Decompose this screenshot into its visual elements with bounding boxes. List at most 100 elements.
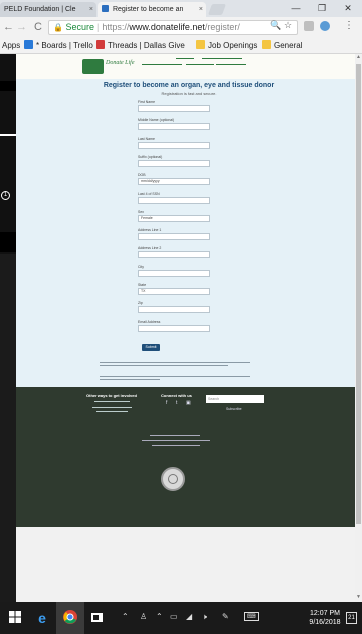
volume-icon[interactable]: 🕨 xyxy=(202,612,207,622)
window-divider xyxy=(0,134,16,136)
scroll-up-icon[interactable]: ▲ xyxy=(355,54,362,60)
window-bar xyxy=(0,232,16,252)
field-label: Last Name xyxy=(138,136,155,141)
form-input[interactable] xyxy=(138,269,210,277)
instagram-icon[interactable]: ▣ xyxy=(186,400,191,406)
minimize-button[interactable]: — xyxy=(286,0,306,17)
footer-copyright-line xyxy=(150,435,200,436)
bookmark-star-icon[interactable]: ☆ xyxy=(284,20,292,31)
edge-icon[interactable]: e xyxy=(34,609,50,627)
restore-button[interactable]: ❐ xyxy=(312,0,332,17)
nav-link[interactable] xyxy=(142,64,182,65)
browser-tab-strip: PELD Foundation | Cle × Register to beco… xyxy=(0,0,362,17)
footer-heading: Connect with us xyxy=(161,393,192,398)
close-tab-icon[interactable]: × xyxy=(89,2,93,17)
arrow-icon[interactable]: ⌃ xyxy=(156,612,163,621)
tab-register[interactable]: Register to become an × xyxy=(98,2,206,17)
field-label: Last 4 of SSN xyxy=(138,191,160,196)
field-label: Zip xyxy=(138,301,143,306)
bookmark-label: Job Openings xyxy=(208,41,258,50)
new-tab-button[interactable] xyxy=(207,4,227,15)
info-icon: 1 xyxy=(1,191,10,200)
donatelife-favicon-icon xyxy=(102,5,109,12)
bookmark-threads[interactable]: Threads | Dallas Give xyxy=(96,37,185,53)
tab-label: Register to become an xyxy=(112,6,184,13)
donate-life-logo-icon[interactable] xyxy=(82,59,104,74)
bookmark-apps[interactable]: Apps xyxy=(2,37,21,53)
facebook-icon[interactable]: f xyxy=(166,400,167,406)
nav-link[interactable] xyxy=(176,58,194,59)
page-scrollbar[interactable]: ▲ ▼ xyxy=(355,54,362,602)
page-bottom xyxy=(16,527,362,602)
form-input[interactable] xyxy=(138,251,210,259)
search-icon[interactable]: 🔍 xyxy=(270,20,281,31)
footer-link[interactable] xyxy=(92,407,132,408)
back-button[interactable]: ← xyxy=(3,20,14,34)
nav-link[interactable] xyxy=(216,64,246,65)
form-input[interactable] xyxy=(138,233,210,241)
legal-paragraph xyxy=(100,374,250,384)
close-tab-icon[interactable]: × xyxy=(199,2,203,17)
reload-button[interactable]: C xyxy=(34,20,42,34)
form-input[interactable] xyxy=(138,123,210,131)
field-label: First Name xyxy=(138,100,156,104)
extension-icon[interactable] xyxy=(304,21,314,31)
footer-copyright-line xyxy=(142,440,210,441)
form-input[interactable] xyxy=(138,324,210,332)
bookmark-general[interactable]: General xyxy=(262,37,303,53)
form-title: Register to become an organ, eye and tis… xyxy=(103,82,275,89)
url-host: www.donatelife.net xyxy=(129,22,205,32)
extension-icon[interactable] xyxy=(320,21,330,31)
footer-heading: Other ways to get involved xyxy=(86,393,137,398)
logo-text: Donate Life xyxy=(106,60,135,66)
scroll-down-icon[interactable]: ▼ xyxy=(355,594,362,600)
file-explorer-icon[interactable] xyxy=(90,609,104,627)
accreditation-seal-icon xyxy=(161,467,185,491)
form-input[interactable]: mm/dd/yyyy xyxy=(138,178,210,186)
footer-links-line[interactable] xyxy=(152,445,200,446)
form-input[interactable] xyxy=(138,141,210,149)
submit-button[interactable]: Submit xyxy=(142,344,160,351)
network-icon[interactable]: ◢ xyxy=(186,612,192,621)
trello-icon xyxy=(24,40,33,49)
site-header: Donate Life xyxy=(16,54,362,79)
menu-icon[interactable]: ⋮ xyxy=(344,20,354,31)
footer-search-input[interactable]: Search xyxy=(206,395,264,403)
scrollbar-thumb[interactable] xyxy=(356,64,361,524)
people-icon[interactable]: ♙ xyxy=(140,612,147,621)
close-window-button[interactable]: ✕ xyxy=(338,0,358,17)
nav-link[interactable] xyxy=(186,64,214,65)
address-bar[interactable]: 🔒 Secure | https://www.donatelife.net/regi… xyxy=(48,20,298,35)
pen-icon[interactable]: ✎ xyxy=(222,612,229,621)
form-input[interactable]: Female xyxy=(138,214,210,222)
show-hidden-icons[interactable]: ⌃ xyxy=(122,612,129,621)
form-input[interactable] xyxy=(138,196,210,204)
twitter-icon[interactable]: t xyxy=(176,400,177,406)
notification-center-icon[interactable]: 21 xyxy=(346,612,357,624)
tab-peld-foundation[interactable]: PELD Foundation | Cle × xyxy=(0,2,96,17)
windows-start-icon[interactable] xyxy=(8,609,22,627)
field-label: City xyxy=(138,264,145,269)
bookmark-job-openings[interactable]: Job Openings xyxy=(196,37,258,53)
subscribe-link[interactable]: Subscribe xyxy=(226,407,242,411)
form-input[interactable] xyxy=(138,159,210,167)
taskbar-clock[interactable]: 12:07 PM 9/16/2018 xyxy=(306,609,344,627)
bookmark-trello[interactable]: * Boards | Trello xyxy=(24,37,93,53)
field-label: DOB xyxy=(138,173,146,178)
footer-link[interactable] xyxy=(96,411,128,412)
bookmark-label: Apps xyxy=(2,41,21,50)
chrome-taskbar-button[interactable] xyxy=(56,602,84,634)
forward-button[interactable]: → xyxy=(16,20,27,34)
footer-link[interactable] xyxy=(94,401,130,402)
battery-icon[interactable]: ▭ xyxy=(170,612,178,621)
window-bar xyxy=(0,81,16,91)
keyboard-icon[interactable]: ⌨ xyxy=(244,612,259,621)
field-label: Address Line 1 xyxy=(138,228,162,233)
bookmark-label: General xyxy=(274,41,303,50)
folder-icon xyxy=(262,40,271,49)
form-input[interactable]: TX xyxy=(138,288,210,295)
form-input[interactable] xyxy=(138,105,210,112)
site-footer: Other ways to get involved Connect with … xyxy=(16,387,362,527)
form-input[interactable] xyxy=(138,306,210,314)
nav-link[interactable] xyxy=(202,58,242,59)
